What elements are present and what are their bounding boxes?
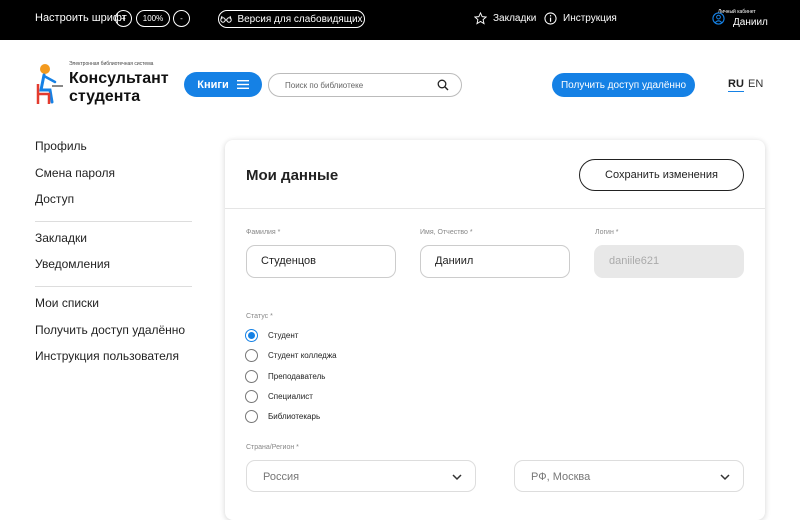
status-option-label: Студент колледжа	[268, 351, 337, 360]
sidebar-item-user-instruction[interactable]: Инструкция пользователя	[35, 349, 179, 363]
books-menu-button[interactable]: Книги	[184, 72, 262, 97]
logo-title: Консультант студента	[69, 70, 169, 106]
status-option-specialist[interactable]: Специалист	[245, 390, 313, 403]
name-field[interactable]	[420, 245, 570, 278]
books-label: Книги	[197, 78, 229, 91]
radio-button[interactable]	[245, 370, 258, 383]
status-label: Статус *	[246, 313, 273, 320]
name-input[interactable]	[435, 255, 555, 267]
instruction-link[interactable]: Инструкция	[544, 12, 617, 25]
status-option-college-student[interactable]: Студент колледжа	[245, 349, 337, 362]
status-option-student[interactable]: Студент	[245, 329, 298, 342]
bookmarks-label: Закладки	[493, 13, 537, 24]
sidebar-divider	[35, 286, 192, 287]
login-label: Логин *	[595, 229, 619, 236]
status-option-librarian[interactable]: Библиотекарь	[245, 410, 320, 423]
lang-en[interactable]: EN	[748, 78, 763, 90]
chevron-down-icon	[452, 474, 462, 481]
sidebar-item-notifications[interactable]: Уведомления	[35, 257, 110, 271]
logo[interactable]: Электронная библиотечная система Консуль…	[35, 60, 175, 110]
sidebar-item-profile[interactable]: Профиль	[35, 139, 87, 153]
status-option-label: Студент	[268, 331, 299, 340]
sidebar-item-my-lists[interactable]: Мои списки	[35, 296, 99, 310]
sidebar-item-access[interactable]: Доступ	[35, 192, 74, 206]
card-divider	[225, 208, 765, 209]
font-increase-button[interactable]: +	[115, 10, 132, 27]
glasses-icon	[220, 15, 233, 23]
star-icon	[474, 12, 487, 25]
radio-button-checked[interactable]	[245, 329, 258, 342]
low-vision-version-label: Версия для слабовидящих	[237, 13, 363, 25]
sidebar-item-bookmarks[interactable]: Закладки	[35, 231, 87, 245]
remote-access-button[interactable]: Получить доступ удалённо	[552, 73, 695, 97]
status-option-label: Библиотекарь	[268, 412, 321, 421]
country-value: Россия	[263, 471, 300, 483]
lang-ru[interactable]: RU	[728, 78, 744, 92]
country-label: Страна/Регион *	[246, 444, 299, 451]
chevron-down-icon	[720, 474, 730, 481]
search-icon[interactable]	[437, 79, 449, 91]
my-data-card: Мои данные Сохранить изменения Фамилия *…	[225, 140, 765, 520]
student-logo-icon	[36, 64, 63, 104]
logo-subtitle: Электронная библиотечная система	[69, 61, 154, 67]
save-changes-button[interactable]: Сохранить изменения	[579, 159, 744, 191]
font-size-indicator: 100%	[136, 10, 170, 27]
hamburger-icon	[236, 80, 249, 89]
status-option-teacher[interactable]: Преподаватель	[245, 370, 325, 383]
sidebar-item-change-password[interactable]: Смена пароля	[35, 166, 115, 180]
instruction-label: Инструкция	[563, 13, 617, 24]
top-bar: Настроить шрифт + 100% - Версия для слаб…	[0, 0, 800, 40]
status-option-label: Специалист	[268, 392, 313, 401]
logo-title-line-2: студента	[69, 88, 141, 105]
search-input[interactable]	[285, 78, 435, 92]
user-name: Даниил	[733, 17, 768, 28]
surname-field[interactable]	[246, 245, 396, 278]
sidebar-divider	[35, 221, 192, 222]
radio-button[interactable]	[245, 410, 258, 423]
radio-button[interactable]	[245, 390, 258, 403]
login-field	[594, 245, 744, 278]
country-select[interactable]: Россия	[246, 460, 476, 492]
region-value: РФ, Москва	[531, 471, 591, 483]
sidebar-item-remote-access[interactable]: Получить доступ удалённо	[35, 323, 185, 337]
surname-input[interactable]	[261, 255, 381, 267]
login-input	[609, 255, 729, 267]
user-icon	[712, 12, 725, 25]
name-label: Имя, Отчество *	[420, 229, 473, 236]
status-option-label: Преподаватель	[268, 372, 326, 381]
bookmarks-link[interactable]: Закладки	[474, 12, 536, 25]
font-decrease-button[interactable]: -	[173, 10, 190, 27]
logo-title-line-1: Консультант	[69, 70, 169, 87]
region-select[interactable]: РФ, Москва	[514, 460, 744, 492]
page-title: Мои данные	[246, 167, 339, 184]
font-settings-label: Настроить шрифт	[35, 12, 127, 24]
radio-button[interactable]	[245, 349, 258, 362]
surname-label: Фамилия *	[246, 229, 281, 236]
library-search	[268, 73, 462, 97]
info-icon	[544, 12, 557, 25]
low-vision-version-button[interactable]: Версия для слабовидящих	[218, 10, 365, 28]
